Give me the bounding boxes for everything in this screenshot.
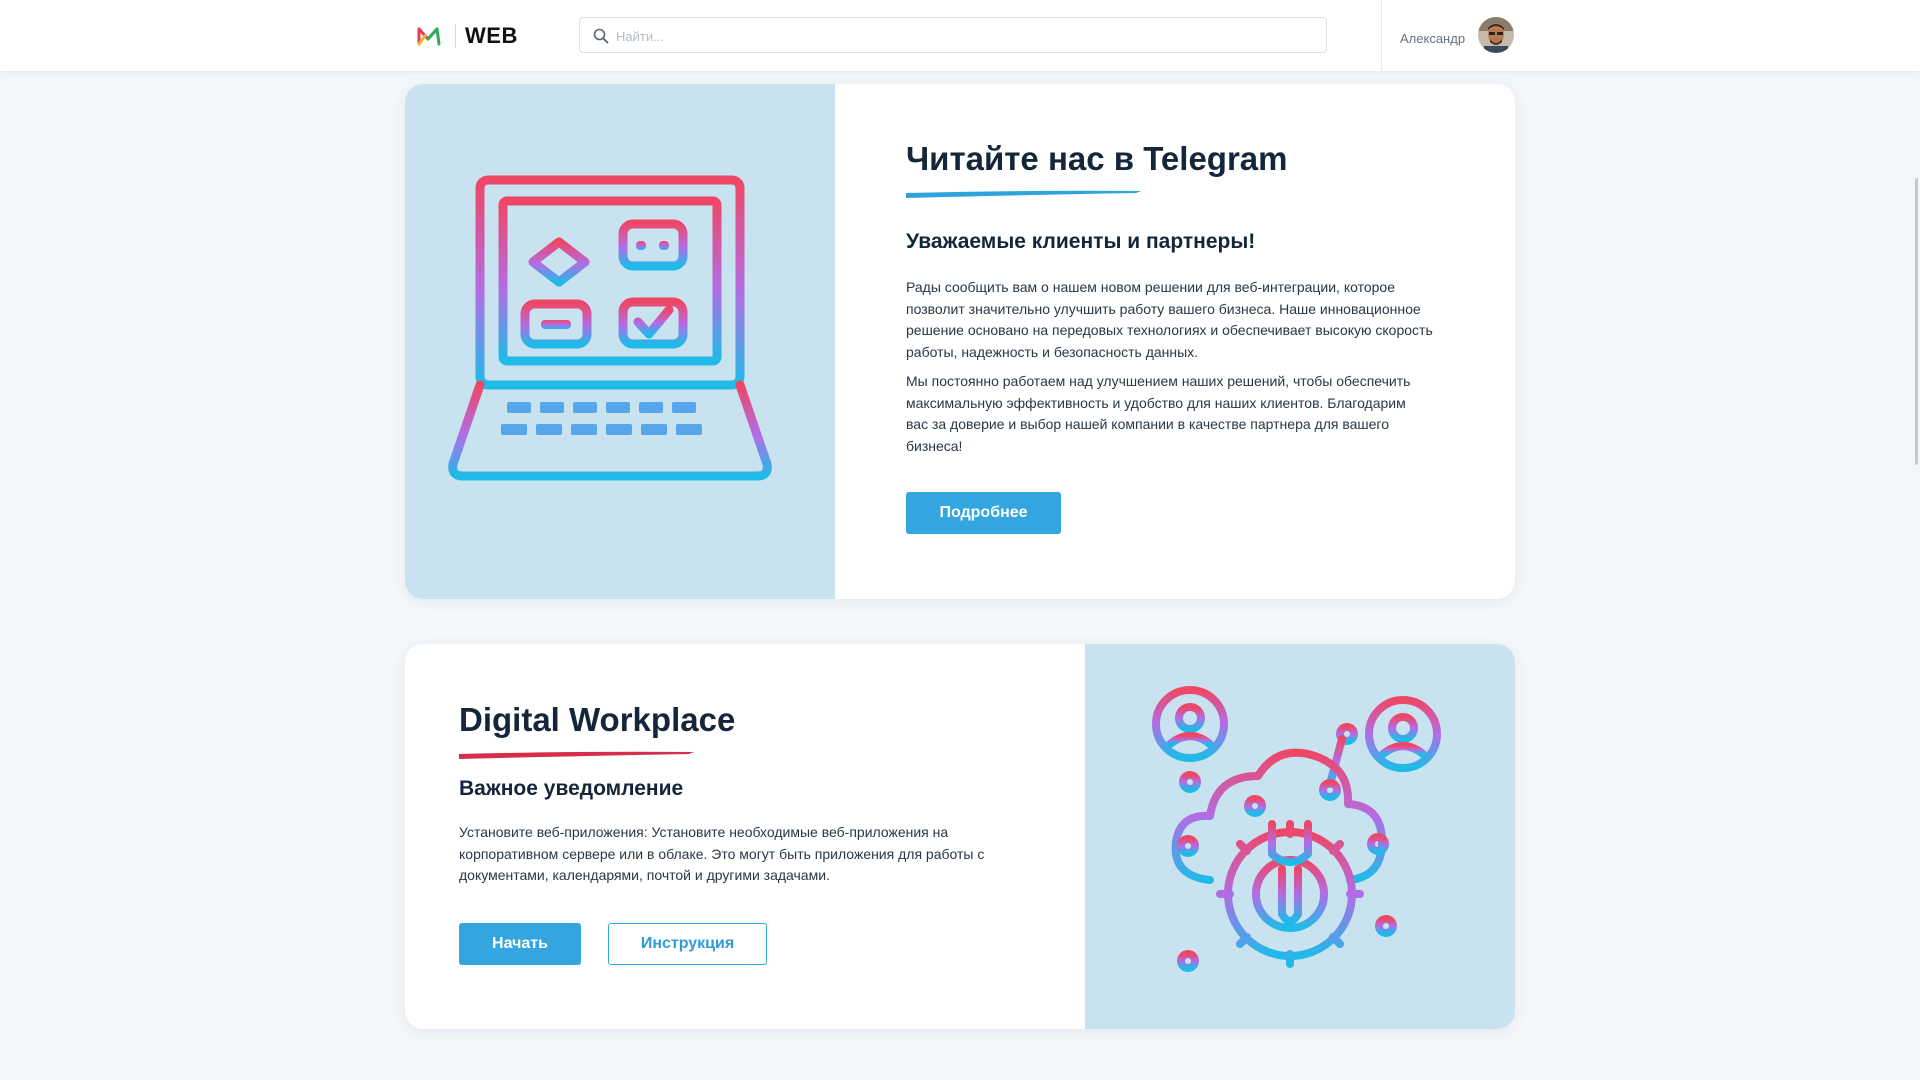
logo-divider <box>455 24 456 48</box>
telegram-paragraph-1: Рады сообщить вам о нашем новом решении … <box>906 279 1433 360</box>
telegram-card-subtitle: Уважаемые клиенты и партнеры! <box>906 230 1256 253</box>
title-underline <box>906 190 1141 198</box>
cloud-gear-network-icon <box>1152 686 1441 972</box>
search-bar[interactable] <box>579 17 1327 54</box>
search-input[interactable] <box>614 18 1308 54</box>
telegram-card: Читайте нас в Telegram Уважаемые клиенты… <box>405 84 1515 599</box>
avatar[interactable] <box>1478 17 1514 53</box>
top-header: WEB Александр <box>0 0 1920 71</box>
start-button[interactable]: Начать <box>459 923 581 965</box>
header-divider <box>1381 0 1382 71</box>
user-name[interactable]: Александр <box>1400 31 1465 46</box>
more-details-button[interactable]: Подробнее <box>906 492 1061 534</box>
digital-workplace-card: Digital Workplace Важное уведомление Уст… <box>405 644 1515 1029</box>
telegram-card-title: Читайте нас в Telegram <box>906 140 1288 177</box>
laptop-flowchart-icon <box>448 175 772 481</box>
workplace-card-subtitle: Важное уведомление <box>459 777 684 800</box>
instruction-button[interactable]: Инструкция <box>608 923 767 965</box>
workplace-paragraph: Установите веб-приложения: Установите не… <box>459 824 985 883</box>
scrollbar-thumb[interactable] <box>1915 178 1918 465</box>
search-icon <box>593 28 609 44</box>
workplace-card-title: Digital Workplace <box>459 701 736 738</box>
telegram-illustration-panel <box>405 84 835 599</box>
telegram-paragraph-2: Мы постоянно работаем над улучшением наш… <box>906 373 1411 454</box>
title-underline <box>459 751 694 759</box>
logo-icon[interactable] <box>415 22 443 50</box>
workplace-illustration-panel <box>1085 644 1515 1029</box>
brand-name[interactable]: WEB <box>465 23 518 49</box>
